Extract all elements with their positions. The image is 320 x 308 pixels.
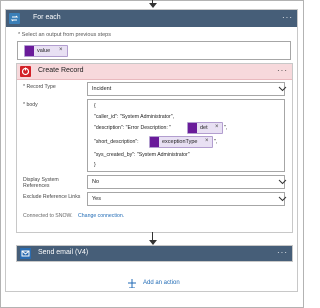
record-type-value: Incident	[92, 86, 112, 92]
send-email-menu-icon[interactable]: ···	[277, 248, 288, 257]
top-connector-arrow-icon	[149, 3, 157, 8]
servicenow-icon	[20, 66, 31, 77]
add-action-icon	[128, 279, 136, 289]
exclude-reference-links-label: Exclude Reference Links	[23, 194, 81, 200]
expression-icon	[25, 46, 34, 56]
remove-token-icon[interactable]: ×	[205, 138, 209, 144]
foreach-header[interactable]: For each ···	[6, 10, 297, 27]
det-token[interactable]: det ×	[187, 122, 223, 134]
body-line-caller: "caller_id": "System Administrator",	[94, 114, 175, 120]
remove-token-icon[interactable]: ×	[59, 47, 63, 53]
change-connection-link[interactable]: Change connection.	[78, 213, 124, 219]
expression-icon	[188, 123, 197, 133]
body-label: * body	[23, 102, 38, 108]
connected-text: Connected to SNOW.	[23, 213, 73, 219]
send-email-title: Send email (V4)	[38, 249, 89, 256]
display-references-value: No	[92, 179, 100, 185]
send-email-card[interactable]: Send email (V4) ···	[16, 245, 293, 262]
value-token-label: value	[37, 48, 51, 54]
det-token-label: det	[200, 125, 208, 131]
body-line-sys-created: "sys_created_by": "System Administrator"	[94, 152, 190, 158]
body-line-short-suffix: ",	[214, 139, 218, 145]
expression-icon	[150, 137, 159, 147]
exception-type-token[interactable]: exceptionType ×	[149, 136, 213, 148]
select-output-label: * Select an output from previous steps	[18, 32, 111, 38]
create-record-menu-icon[interactable]: ···	[277, 66, 288, 75]
value-token[interactable]: value ×	[24, 45, 68, 57]
body-line-short: "short_description":	[94, 139, 139, 145]
body-line-description-suffix: ",	[224, 125, 228, 131]
body-line-open: {	[94, 103, 96, 109]
add-action-label: Add an action	[143, 280, 180, 286]
create-record-header[interactable]: Create Record ···	[17, 64, 292, 80]
create-record-card: Create Record ··· * Record Type Incident…	[16, 63, 293, 233]
exclude-reference-links-dropdown[interactable]: Yes	[87, 192, 287, 206]
foreach-title: For each	[33, 14, 61, 21]
record-type-label: * Record Type	[23, 84, 56, 90]
display-references-label: Display System References	[23, 177, 59, 189]
body-editor[interactable]: { "caller_id": "System Administrator", "…	[87, 99, 285, 172]
record-type-dropdown[interactable]: Incident	[87, 82, 287, 96]
loop-icon	[9, 13, 20, 24]
body-line-close: }	[94, 162, 96, 168]
exception-type-token-label: exceptionType	[162, 139, 198, 145]
body-line-description: "description": "Error Description: "	[94, 125, 172, 131]
create-record-title: Create Record	[38, 67, 84, 74]
outlook-icon	[20, 248, 31, 259]
remove-token-icon[interactable]: ×	[215, 124, 219, 130]
exclude-reference-links-value: Yes	[92, 196, 101, 202]
select-output-field[interactable]: value ×	[17, 41, 291, 60]
connection-info: Connected to SNOW. Change connection.	[23, 213, 124, 219]
display-references-dropdown[interactable]: No	[87, 175, 287, 189]
foreach-menu-icon[interactable]: ···	[282, 13, 293, 22]
display-references-label-line2: References	[23, 183, 50, 189]
